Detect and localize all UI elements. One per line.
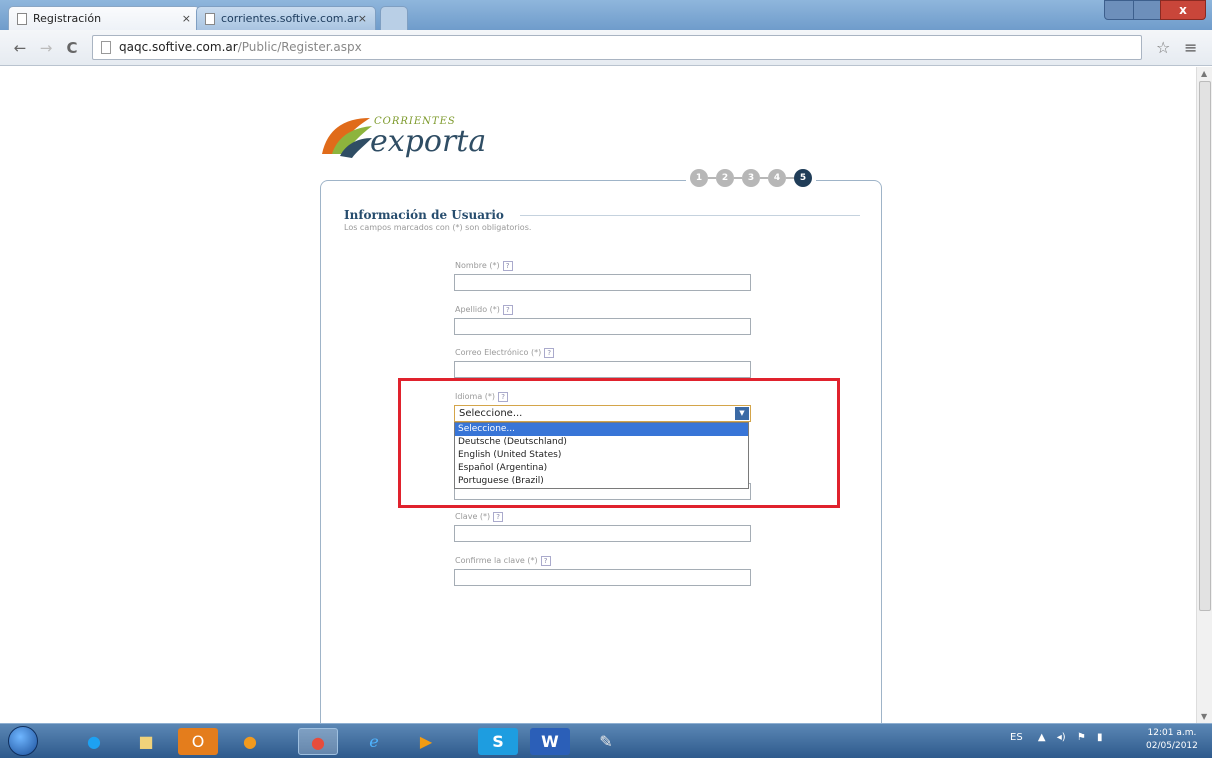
red-highlight-box xyxy=(398,378,840,508)
show-hidden-icons-icon[interactable]: ▲ xyxy=(1038,732,1046,743)
forward-arrow-icon[interactable]: → xyxy=(36,38,56,58)
help-icon[interactable]: ? xyxy=(540,556,551,566)
correo-label: Correo Electrónico (*)? xyxy=(455,348,555,358)
windows-taskbar: ● ■ O ● ● e ▶ S W ✎ ES ▲ ◂) ⚑ ▮ 12:01 a.… xyxy=(0,723,1212,758)
logo-exporta-text: exporta xyxy=(370,124,487,159)
step-5-current: 5 xyxy=(794,169,812,187)
required-note: Los campos marcados con (*) son obligato… xyxy=(344,223,532,232)
close-window-button[interactable]: x xyxy=(1160,0,1206,20)
menu-icon[interactable]: ≡ xyxy=(1184,38,1197,57)
nombre-input[interactable] xyxy=(454,274,751,291)
word-icon[interactable]: W xyxy=(530,728,570,755)
page-favicon-icon xyxy=(17,13,27,25)
correo-input[interactable] xyxy=(454,361,751,378)
tab-close-icon[interactable]: × xyxy=(358,7,367,31)
system-tray: ES ▲ ◂) ⚑ ▮ xyxy=(1010,732,1103,743)
action-center-flag-icon[interactable]: ⚑ xyxy=(1077,732,1086,743)
tab-registracion[interactable]: Registración × xyxy=(8,6,200,30)
apellido-label: Apellido (*)? xyxy=(455,305,513,315)
page-icon xyxy=(101,41,111,54)
back-arrow-icon[interactable]: ← xyxy=(10,38,30,58)
step-3: 3 xyxy=(742,169,760,187)
network-signal-icon[interactable]: ▮ xyxy=(1097,732,1103,743)
page-viewport: CORRIENTES exporta 1 2 3 4 5 Información… xyxy=(0,67,1196,723)
scroll-down-arrow-icon[interactable]: ▼ xyxy=(1201,712,1207,721)
page-scrollbar[interactable]: ▲ ▼ xyxy=(1196,67,1212,723)
tab-corrientes[interactable]: corrientes.softive.com.ar × xyxy=(196,6,376,30)
skype-icon[interactable]: S xyxy=(478,728,518,755)
help-icon[interactable]: ? xyxy=(544,348,555,358)
step-indicator: 1 2 3 4 5 xyxy=(686,167,816,189)
firefox-icon[interactable]: ● xyxy=(230,728,270,755)
url-text: qaqc.softive.com.ar/Public/Register.aspx xyxy=(119,40,362,54)
outlook-icon[interactable]: O xyxy=(178,728,218,755)
tab-close-icon[interactable]: × xyxy=(182,7,191,31)
apellido-input[interactable] xyxy=(454,318,751,335)
confirme-label: Confirme la clave (*)? xyxy=(455,556,551,566)
corrientes-exporta-logo: CORRIENTES exporta xyxy=(318,112,518,172)
browser-title-bar: Registración × corrientes.softive.com.ar… xyxy=(0,0,1212,30)
browser-toolbar: ← → C qaqc.softive.com.ar/Public/Registe… xyxy=(0,30,1212,66)
confirme-input[interactable] xyxy=(454,569,751,586)
clave-input[interactable] xyxy=(454,525,751,542)
folder-icon[interactable]: ■ xyxy=(126,728,166,755)
help-icon[interactable]: ? xyxy=(493,512,504,522)
media-player-icon[interactable]: ▶ xyxy=(406,728,446,755)
start-button[interactable] xyxy=(8,726,38,756)
internet-explorer-icon[interactable]: e xyxy=(354,728,394,755)
new-tab-button[interactable] xyxy=(380,6,408,30)
page-favicon-icon xyxy=(205,13,215,25)
volume-icon[interactable]: ◂) xyxy=(1057,732,1066,743)
help-icon[interactable]: ? xyxy=(502,305,513,315)
step-4: 4 xyxy=(768,169,786,187)
address-bar[interactable]: qaqc.softive.com.ar/Public/Register.aspx xyxy=(92,35,1142,60)
maximize-button[interactable] xyxy=(1133,0,1161,20)
scrollbar-thumb[interactable] xyxy=(1199,81,1211,611)
clave-label: Clave (*)? xyxy=(455,512,504,522)
section-title: Información de Usuario xyxy=(344,208,504,222)
tab-label: Registración xyxy=(33,12,102,25)
tab-label: corrientes.softive.com.ar xyxy=(221,12,359,25)
minimize-button[interactable] xyxy=(1104,0,1134,20)
reload-icon[interactable]: C xyxy=(62,38,82,58)
step-2: 2 xyxy=(716,169,734,187)
system-clock[interactable]: 12:01 a.m. 02/05/2012 xyxy=(1146,727,1198,753)
chrome-icon[interactable]: ● xyxy=(298,728,338,755)
language-indicator[interactable]: ES xyxy=(1010,732,1023,743)
scroll-up-arrow-icon[interactable]: ▲ xyxy=(1201,69,1207,78)
bookmark-star-icon[interactable]: ☆ xyxy=(1156,38,1170,57)
nombre-label: Nombre (*)? xyxy=(455,261,513,271)
leaf-logo-icon xyxy=(322,118,372,158)
step-1: 1 xyxy=(690,169,708,187)
section-divider xyxy=(520,215,860,216)
help-icon[interactable]: ? xyxy=(502,261,513,271)
paint-icon[interactable]: ✎ xyxy=(586,728,626,755)
twitter-icon[interactable]: ● xyxy=(74,728,114,755)
